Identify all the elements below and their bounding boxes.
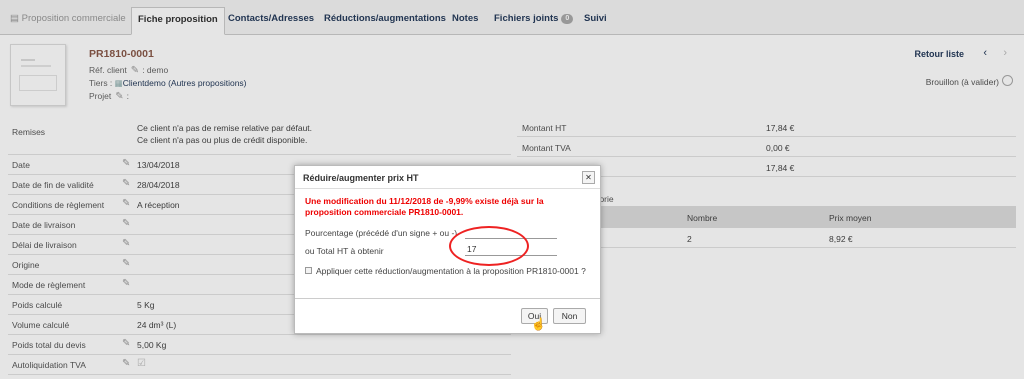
total-label: ou Total HT à obtenir xyxy=(305,246,384,256)
divider xyxy=(295,298,600,299)
apply-label: Appliquer cette réduction/augmentation à… xyxy=(316,266,586,276)
reduce-price-dialog: Réduire/augmenter prix HT ✕ Une modifica… xyxy=(294,165,601,334)
apply-checkbox[interactable] xyxy=(305,267,312,274)
highlight-circle xyxy=(449,226,529,266)
warning-message: Une modification du 11/12/2018 de -9,99%… xyxy=(305,196,544,217)
dialog-title: Réduire/augmenter prix HT xyxy=(295,166,600,189)
percent-label: Pourcentage (précédé d'un signe + ou -) xyxy=(305,228,458,238)
no-button[interactable]: Non xyxy=(553,308,586,324)
close-icon[interactable]: ✕ xyxy=(582,171,595,184)
cursor-hand-icon: ☝ xyxy=(531,317,546,331)
